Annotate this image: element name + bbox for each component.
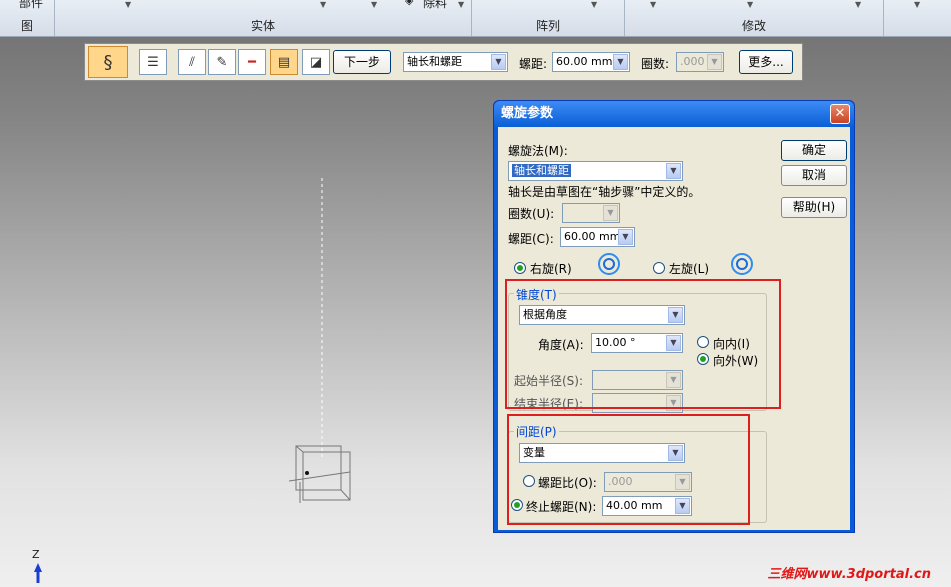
watermark: 三维网www.3dportal.cn — [767, 567, 931, 582]
chevron-down-icon[interactable]: ▼ — [618, 229, 633, 245]
chevron-down-icon: ▼ — [603, 205, 618, 221]
left-hand-label: 左旋(L) — [669, 262, 710, 276]
coordinate-planes-icon — [288, 445, 351, 503]
right-hand-radio[interactable] — [514, 262, 526, 274]
cancel-button[interactable]: 取消 — [781, 165, 847, 186]
pitch-field[interactable]: 60.00 mm ▼ — [560, 227, 635, 247]
turns-field: ▼ — [562, 203, 620, 223]
right-hand-label: 右旋(R) — [530, 262, 572, 276]
pitch-field-value: 60.00 mm — [564, 230, 621, 243]
turns-field-label: 圈数(U): — [508, 207, 555, 221]
pitch-field-label: 螺距(C): — [508, 232, 554, 246]
helix-method-selected: 轴长和螺距 — [512, 164, 571, 177]
left-hand-helix-icon — [731, 253, 753, 275]
z-axis-icon — [34, 563, 42, 583]
spacing-highlight-box — [507, 414, 750, 525]
left-hand-radio[interactable] — [653, 262, 665, 274]
helix-method-select[interactable]: 轴长和螺距 ▼ — [508, 161, 683, 181]
taper-highlight-box — [505, 279, 781, 409]
right-hand-helix-icon — [598, 253, 620, 275]
helix-method-label: 螺旋法(M): — [508, 144, 568, 158]
dialog-title: 螺旋参数 — [494, 101, 854, 127]
help-button[interactable]: 帮助(H) — [781, 197, 847, 218]
ok-button[interactable]: 确定 — [781, 140, 847, 161]
chevron-down-icon[interactable]: ▼ — [666, 163, 681, 179]
z-axis-label: Z — [32, 548, 40, 561]
close-icon[interactable]: ✕ — [830, 104, 850, 124]
axis-length-description: 轴长是由草图在“轴步骤”中定义的。 — [508, 185, 701, 199]
